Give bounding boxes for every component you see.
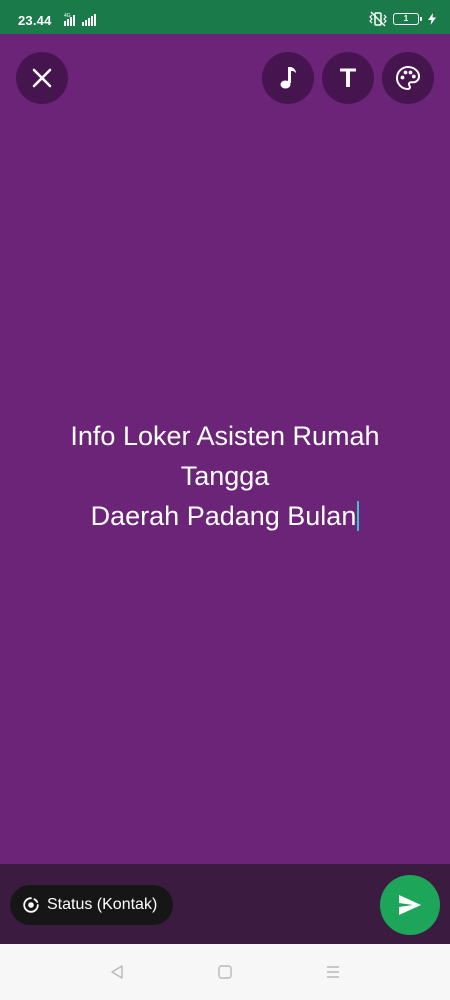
signal-icon: 4G	[64, 13, 96, 26]
nav-menu-button[interactable]	[320, 959, 346, 985]
battery-level: 1	[403, 14, 409, 23]
status-text-line: Info Loker Asisten Rumah	[70, 421, 380, 451]
system-status-bar: 23.44 4G 1	[0, 0, 450, 34]
send-icon	[399, 895, 421, 915]
palette-button[interactable]	[382, 52, 434, 104]
battery-icon: 1	[393, 13, 422, 25]
text-caret	[357, 501, 360, 531]
status-text-last-line: Daerah Padang Bulan	[30, 496, 420, 536]
system-navigation-bar	[0, 944, 450, 1000]
status-text-line: Daerah Padang Bulan	[90, 501, 357, 531]
svg-text:4G: 4G	[64, 13, 71, 19]
status-ring-icon	[23, 897, 39, 913]
status-time: 23.44	[18, 13, 52, 28]
status-right-group: 1	[369, 11, 436, 27]
status-bottom-bar: Status (Kontak)	[0, 864, 450, 944]
text-icon: T	[339, 63, 357, 93]
audience-label: Status (Kontak)	[47, 896, 158, 913]
status-editor-canvas[interactable]: T Info Loker Asisten Rumah Tangga Daerah…	[0, 34, 450, 864]
send-button[interactable]	[380, 875, 440, 935]
text-style-button[interactable]: T	[322, 52, 374, 104]
audience-selector-button[interactable]: Status (Kontak)	[10, 885, 174, 925]
vibrate-icon	[369, 11, 387, 27]
back-icon	[111, 965, 123, 979]
close-icon	[32, 68, 52, 88]
music-button[interactable]	[262, 52, 314, 104]
nav-home-button[interactable]	[212, 959, 238, 985]
nav-back-button[interactable]	[104, 959, 130, 985]
close-button[interactable]	[16, 52, 68, 104]
status-text-input[interactable]: Info Loker Asisten Rumah Tangga Daerah P…	[30, 416, 420, 536]
music-note-icon	[280, 67, 296, 89]
home-icon	[218, 965, 232, 979]
status-text-line: Tangga	[180, 461, 270, 491]
palette-icon	[395, 65, 421, 91]
menu-icon	[327, 966, 339, 978]
charging-icon	[428, 13, 436, 25]
